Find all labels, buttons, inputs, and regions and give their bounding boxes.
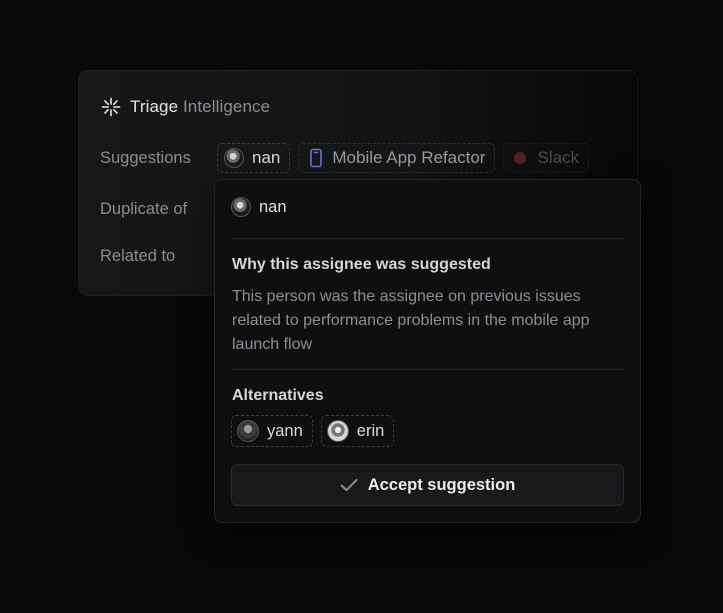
why-body: This person was the assignee on previous…: [232, 288, 590, 353]
alternatives-title: Alternatives: [232, 387, 324, 404]
avatar: [237, 420, 259, 442]
avatar: [231, 197, 251, 217]
card-title: Triage: [130, 97, 179, 116]
check-icon: [340, 479, 358, 491]
slack-icon: [514, 152, 527, 164]
related-to-label: Related to: [100, 247, 176, 265]
accept-suggestion-label: Accept suggestion: [367, 475, 516, 494]
accept-suggestion-button[interactable]: Accept suggestion: [231, 464, 624, 506]
alternative-chip-yann[interactable]: yann: [231, 415, 313, 447]
slack-chip[interactable]: Slack: [503, 143, 590, 173]
divider: [231, 238, 624, 239]
duplicate-of-label: Duplicate of: [100, 200, 188, 218]
alternative-name: erin: [356, 421, 385, 440]
avatar: [326, 420, 349, 442]
suggestion-chips: nan Mobile App Refactor Slack: [217, 143, 590, 173]
suggestions-label: Suggestions: [100, 149, 191, 167]
slack-chip-label: Slack: [537, 148, 580, 167]
assignee-popover: nan Why this assignee was suggested This…: [214, 179, 641, 523]
assignee-chip[interactable]: nan: [217, 143, 291, 173]
divider: [231, 369, 624, 370]
triage-stage: Triage Intelligence Suggestions Duplicat…: [0, 0, 723, 613]
alternative-name: yann: [267, 421, 303, 440]
avatar: [224, 148, 244, 168]
alternatives-list: yann erin: [231, 415, 395, 447]
project-chip-label: Mobile App Refactor: [332, 148, 486, 167]
popover-assignee-name: nan: [259, 197, 287, 216]
assignee-chip-label: nan: [252, 148, 281, 167]
why-title: Why this assignee was suggested: [232, 256, 491, 273]
card-title-suffix: Intelligence: [182, 97, 271, 116]
sparkle-icon: [101, 97, 121, 117]
card-header: Triage Intelligence: [101, 97, 270, 117]
phone-icon: [310, 148, 323, 168]
alternative-chip-erin[interactable]: erin: [320, 415, 395, 447]
popover-header: nan: [231, 197, 287, 217]
project-chip[interactable]: Mobile App Refactor: [298, 143, 496, 173]
